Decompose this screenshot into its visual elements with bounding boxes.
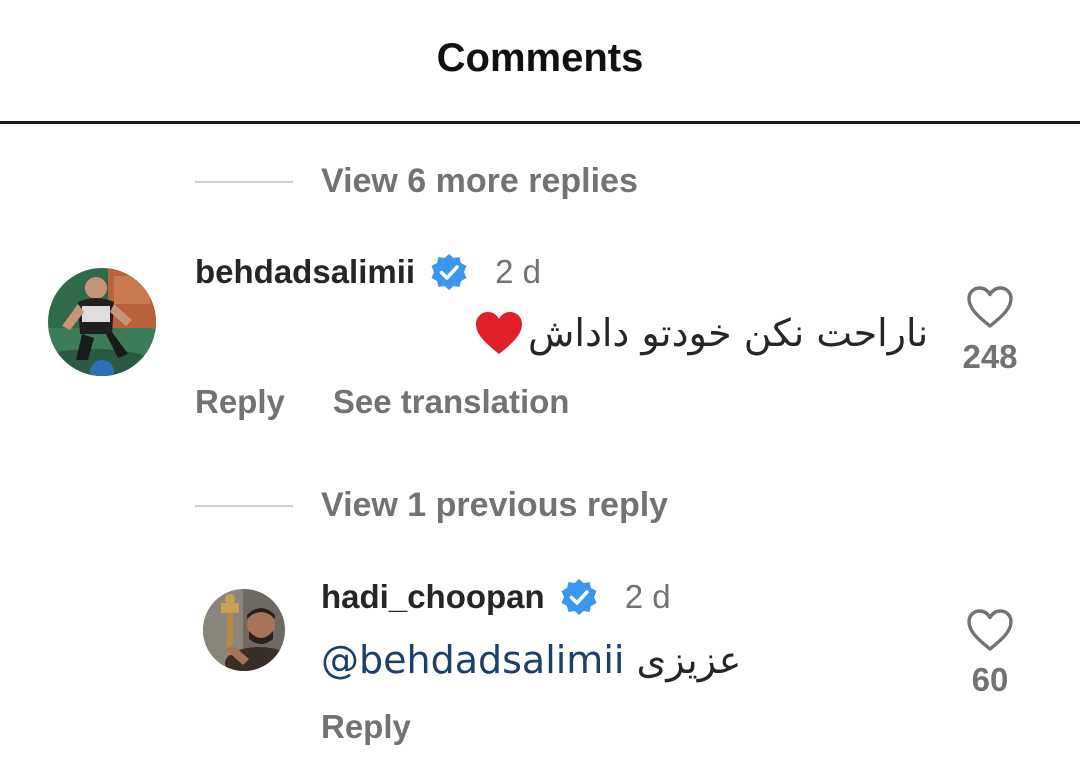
- reply-button[interactable]: Reply: [195, 383, 285, 421]
- mention-link[interactable]: @behdadsalimii: [321, 638, 624, 682]
- comments-header: Comments: [0, 0, 1080, 124]
- view-more-replies-button[interactable]: View 6 more replies: [195, 162, 638, 201]
- comment-text: @behdadsalimii عزیزی: [321, 638, 741, 682]
- comment-meta: behdadsalimii 2 d: [195, 252, 541, 292]
- view-replies-label: View 1 previous reply: [321, 486, 669, 524]
- reply-thread-line: [195, 504, 293, 507]
- reply-button[interactable]: Reply: [321, 708, 411, 746]
- comment-actions: Reply See translation: [195, 383, 569, 421]
- heart-outline-icon[interactable]: [965, 607, 1015, 653]
- view-replies-label: View 6 more replies: [321, 162, 638, 200]
- username[interactable]: behdadsalimii: [195, 253, 415, 291]
- like-control: 248: [945, 284, 1035, 376]
- verified-badge-icon: [559, 577, 599, 617]
- comment-actions: Reply: [321, 708, 411, 746]
- comment-body: ناراحت نکن خودتو داداش: [528, 311, 929, 355]
- username[interactable]: hadi_choopan: [321, 578, 545, 616]
- avatar[interactable]: [203, 589, 285, 671]
- comment-text: ناراحت نکن خودتو داداش: [474, 310, 928, 356]
- see-translation-button[interactable]: See translation: [333, 383, 570, 421]
- avatar[interactable]: [48, 268, 156, 376]
- verified-badge-icon: [429, 252, 469, 292]
- like-count: 60: [971, 661, 1009, 698]
- comment-meta: hadi_choopan 2 d: [321, 577, 671, 617]
- page-title: Comments: [436, 36, 644, 80]
- like-control: 60: [945, 607, 1035, 699]
- like-count: 248: [962, 338, 1018, 375]
- red-heart-emoji: [474, 310, 524, 356]
- reply-thread-line: [195, 180, 293, 183]
- comment-time: 2 d: [495, 253, 541, 290]
- view-previous-reply-button[interactable]: View 1 previous reply: [195, 486, 668, 525]
- heart-outline-icon[interactable]: [965, 284, 1015, 330]
- comment-body: عزیزی: [636, 638, 742, 682]
- comment-time: 2 d: [624, 578, 671, 615]
